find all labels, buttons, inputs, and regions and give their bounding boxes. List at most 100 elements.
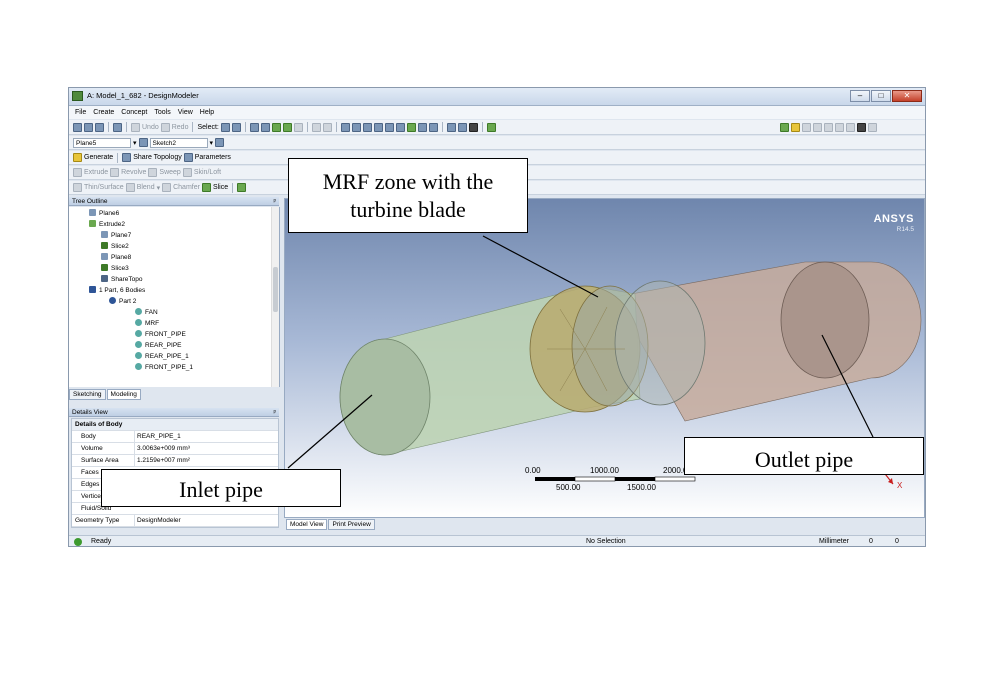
angle-tool-4-icon[interactable] — [834, 122, 844, 132]
display-plane-icon[interactable] — [446, 122, 456, 132]
tree-item[interactable]: REAR_PIPE_1 — [135, 351, 189, 362]
menu-concept[interactable]: Concept — [121, 109, 147, 116]
slice-button[interactable]: Slice — [213, 184, 228, 191]
angle-tool-2-icon[interactable] — [812, 122, 822, 132]
zoom-icon[interactable] — [362, 122, 372, 132]
chevron-down-icon[interactable]: ▾ — [210, 139, 214, 147]
status-units[interactable]: Millimeter — [819, 536, 849, 546]
angle-tool-3-icon[interactable] — [823, 122, 833, 132]
tree-item[interactable]: Plane6 — [89, 208, 119, 219]
pin-icon[interactable]: ᵖ — [274, 197, 276, 206]
extend-selection-icon[interactable] — [293, 122, 303, 132]
details-row[interactable]: Surface Area 1.2159e+007 mm² — [72, 455, 278, 467]
tree-item[interactable]: FRONT_PIPE — [135, 329, 186, 340]
angle-tool-5-icon[interactable] — [845, 122, 855, 132]
export-icon[interactable] — [95, 122, 104, 132]
select-edges-icon[interactable] — [260, 122, 270, 132]
chevron-down-icon[interactable]: ▾ — [133, 139, 137, 147]
tree-item[interactable]: Extrude2 — [89, 219, 125, 230]
menu-tools[interactable]: Tools — [154, 109, 170, 116]
share-topology-button[interactable]: Share Topology — [133, 154, 182, 161]
details-row[interactable]: Geometry Type DesignModeler — [72, 515, 278, 527]
revolve-button[interactable]: Revolve — [121, 169, 146, 176]
tree-item[interactable]: 1 Part, 6 Bodies — [89, 285, 145, 296]
body-op-icon[interactable] — [237, 183, 247, 192]
tree-item[interactable]: Plane7 — [101, 230, 131, 241]
menu-help[interactable]: Help — [200, 109, 214, 116]
display-model-icon[interactable] — [457, 122, 467, 132]
plane-tool-icon[interactable] — [867, 122, 877, 132]
edge-display-icon[interactable] — [790, 122, 800, 132]
thin-surface-button[interactable]: Thin/Surface — [84, 184, 124, 191]
minimize-button[interactable]: – — [850, 90, 870, 102]
zoom-in-icon[interactable] — [373, 122, 383, 132]
select-mode-icon[interactable] — [220, 122, 230, 132]
menu-create[interactable]: Create — [93, 109, 114, 116]
zoom-out-icon[interactable] — [384, 122, 394, 132]
tree-item[interactable]: REAR_PIPE — [135, 340, 182, 351]
undo-icon[interactable] — [131, 122, 140, 132]
select-bodies-icon[interactable] — [282, 122, 292, 132]
lightning-icon — [73, 153, 82, 162]
redo-icon[interactable] — [160, 122, 170, 132]
redo-button[interactable]: Redo — [172, 124, 189, 131]
box-select-icon[interactable] — [311, 122, 321, 132]
details-row[interactable]: Body REAR_PIPE_1 — [72, 431, 278, 443]
details-row[interactable]: Volume 3.0063e+009 mm³ — [72, 443, 278, 455]
extrude-button[interactable]: Extrude — [84, 169, 108, 176]
parameters-button[interactable]: Parameters — [195, 154, 231, 161]
tab-print-preview[interactable]: Print Preview — [328, 519, 375, 530]
screenshot-icon[interactable] — [113, 122, 122, 132]
color-display-icon[interactable] — [779, 122, 789, 132]
tab-sketching[interactable]: Sketching — [69, 389, 106, 400]
pin-icon[interactable]: ᵖ — [274, 408, 276, 417]
tree-item[interactable]: FAN — [135, 307, 158, 318]
maximize-button[interactable]: □ — [871, 90, 891, 102]
zoom-box-icon[interactable] — [395, 122, 405, 132]
zoom-fit-icon[interactable] — [406, 122, 416, 132]
tree-item[interactable]: Slice3 — [101, 263, 129, 274]
tree-item[interactable]: ShareTopo — [101, 274, 142, 285]
pin-tool-icon[interactable] — [856, 122, 866, 132]
blend-button[interactable]: Blend — [137, 184, 155, 191]
sketch-dropdown[interactable]: Sketch2 — [149, 137, 208, 148]
select-all-icon[interactable] — [322, 122, 332, 132]
tab-model-view[interactable]: Model View — [286, 519, 328, 530]
select-faces-icon[interactable] — [271, 122, 281, 132]
select-points-icon[interactable] — [249, 122, 259, 132]
details-section[interactable]: Details of Body — [72, 419, 278, 431]
sweep-button[interactable]: Sweep — [159, 169, 180, 176]
new-plane-icon[interactable] — [138, 138, 148, 147]
undo-button[interactable]: Undo — [142, 124, 159, 131]
body-icon — [135, 341, 142, 348]
new-sketch-icon[interactable] — [215, 138, 225, 147]
named-selection-icon[interactable] — [486, 122, 496, 132]
skin-loft-button[interactable]: Skin/Loft — [194, 169, 221, 176]
iso-view-icon[interactable] — [428, 122, 438, 132]
tree-item[interactable]: Part 2 — [109, 296, 136, 307]
tree-item[interactable]: Slice2 — [101, 241, 129, 252]
new-icon[interactable] — [73, 122, 82, 132]
menu-view[interactable]: View — [178, 109, 193, 116]
tree-item[interactable]: Plane8 — [101, 252, 131, 263]
angle-tool-1-icon[interactable] — [801, 122, 811, 132]
close-button[interactable]: ✕ — [892, 90, 922, 102]
save-icon[interactable] — [84, 122, 93, 132]
generate-button[interactable]: Generate — [84, 154, 113, 161]
rotate-icon[interactable] — [340, 122, 350, 132]
magnifier-icon[interactable] — [417, 122, 427, 132]
tree-item[interactable]: MRF — [135, 318, 159, 329]
scroll-thumb[interactable] — [273, 267, 278, 312]
point-icon[interactable] — [468, 122, 478, 132]
chevron-down-icon[interactable]: ▾ — [157, 184, 161, 192]
select-filter-icon[interactable] — [231, 122, 241, 132]
mrf-zone-callout: MRF zone with the turbine blade — [288, 158, 528, 233]
mrf-callout-line1: MRF zone with the — [322, 169, 494, 194]
tree-item[interactable]: FRONT_PIPE_1 — [135, 362, 193, 373]
pan-icon[interactable] — [351, 122, 361, 132]
plane-dropdown[interactable]: Plane5 — [73, 137, 131, 148]
tab-modeling[interactable]: Modeling — [106, 389, 141, 400]
menu-file[interactable]: File — [75, 109, 86, 116]
tree-scrollbar[interactable] — [271, 207, 279, 387]
chamfer-button[interactable]: Chamfer — [173, 184, 200, 191]
